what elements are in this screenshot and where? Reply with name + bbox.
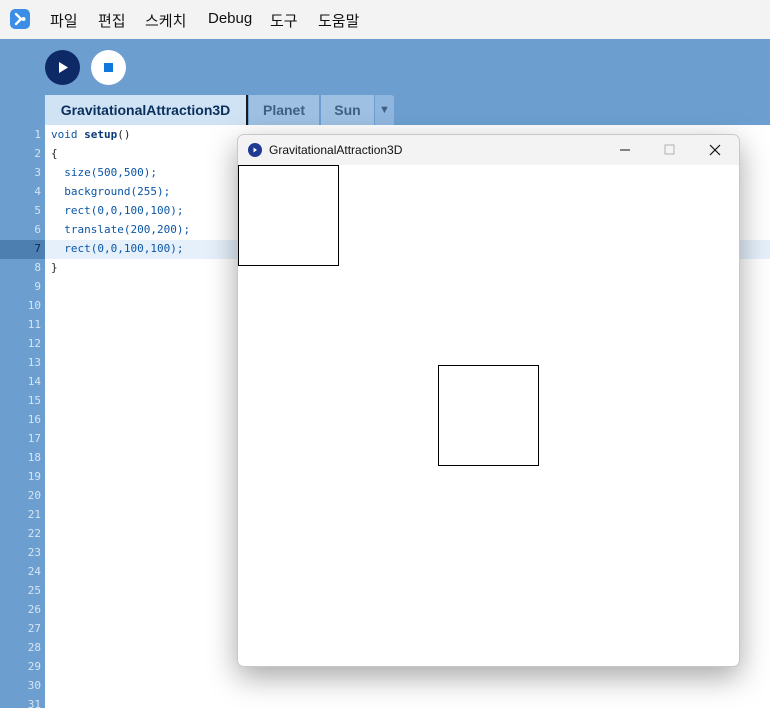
line-number: 4 [34, 185, 41, 198]
tab-gravitationalattraction3d[interactable]: GravitationalAttraction3D [45, 95, 248, 125]
function-name: setup [84, 128, 118, 141]
code-line: rect(0,0,100,100); [51, 204, 184, 217]
code-text: () [117, 128, 131, 141]
line-number: 12 [27, 337, 41, 350]
line-number: 3 [34, 166, 41, 179]
menu-edit[interactable]: 편집 [98, 10, 126, 31]
code-line: translate(200,200); [51, 223, 191, 236]
code-line: background(255); [51, 185, 171, 198]
canvas-rect [238, 165, 339, 266]
code-line: rect(0,0,100,100); [51, 242, 184, 255]
line-number: 29 [27, 660, 41, 673]
line-number: 23 [27, 546, 41, 559]
menu-file[interactable]: 파일 [50, 10, 78, 31]
line-number: 25 [27, 584, 41, 597]
line-number: 10 [27, 299, 41, 312]
keyword: void [51, 128, 78, 141]
line-number: 6 [34, 223, 41, 236]
processing-sketch-icon [248, 143, 262, 157]
line-number: 17 [27, 432, 41, 445]
sketch-window-titlebar[interactable]: GravitationalAttraction3D [238, 135, 739, 165]
sketch-canvas[interactable] [238, 165, 738, 665]
line-number: 21 [27, 508, 41, 521]
line-number: 19 [27, 470, 41, 483]
line-number: 7 [34, 242, 41, 255]
processing-app-icon [10, 9, 30, 29]
dropdown-arrow-icon: ▼ [379, 104, 390, 116]
line-number: 22 [27, 527, 41, 540]
stop-icon [104, 63, 113, 72]
line-number: 27 [27, 622, 41, 635]
line-number: 2 [34, 147, 41, 160]
code-line: void setup() [51, 128, 131, 141]
maximize-button[interactable] [647, 135, 693, 165]
line-number: 30 [27, 679, 41, 692]
sketch-window-title: GravitationalAttraction3D [269, 143, 403, 157]
line-number: 13 [27, 356, 41, 369]
line-number: 28 [27, 641, 41, 654]
toolbar: GravitationalAttraction3D Planet Sun ▼ [0, 39, 770, 125]
stop-button[interactable] [91, 50, 126, 85]
code-line: } [51, 261, 58, 274]
maximize-icon [664, 144, 675, 155]
line-number: 1 [34, 128, 41, 141]
close-button[interactable] [692, 135, 738, 165]
canvas-rect [438, 365, 539, 466]
minimize-button[interactable] [602, 135, 648, 165]
menu-debug[interactable]: Debug [208, 10, 252, 27]
tab-sun[interactable]: Sun [321, 95, 374, 125]
line-number: 26 [27, 603, 41, 616]
line-number: 11 [27, 318, 41, 331]
tabs-menu-button[interactable]: ▼ [375, 95, 394, 125]
line-number: 24 [27, 565, 41, 578]
play-icon [59, 62, 68, 73]
line-number: 15 [27, 394, 41, 407]
menu-sketch[interactable]: 스케치 [145, 10, 186, 31]
menu-help[interactable]: 도움말 [318, 10, 359, 31]
code-line: { [51, 147, 58, 160]
line-number: 8 [34, 261, 41, 274]
sketch-window[interactable]: GravitationalAttraction3D [237, 134, 740, 667]
line-number: 18 [27, 451, 41, 464]
line-number: 20 [27, 489, 41, 502]
code-line: size(500,500); [51, 166, 157, 179]
line-number: 31 [27, 698, 41, 711]
line-number: 14 [27, 375, 41, 388]
line-number: 16 [27, 413, 41, 426]
line-number: 9 [34, 280, 41, 293]
run-button[interactable] [45, 50, 80, 85]
minimize-icon [620, 149, 630, 151]
close-icon [709, 144, 721, 156]
tab-planet[interactable]: Planet [249, 95, 319, 125]
menu-tools[interactable]: 도구 [270, 10, 298, 31]
menu-bar: 파일 편집 스케치 Debug 도구 도움말 [0, 0, 770, 39]
line-number: 5 [34, 204, 41, 217]
